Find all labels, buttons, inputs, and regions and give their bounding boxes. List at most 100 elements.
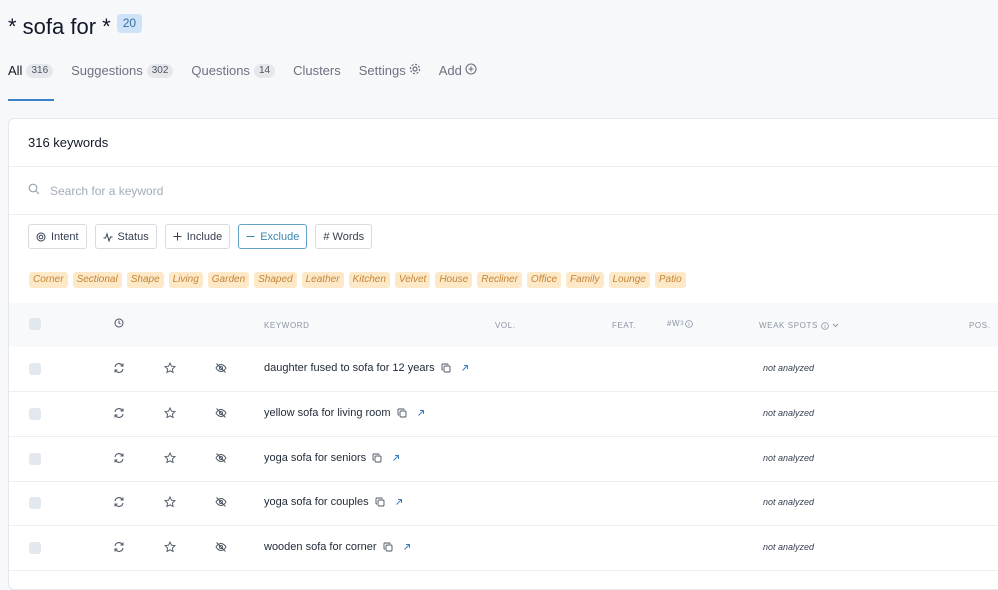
- external-link-icon[interactable]: [461, 364, 469, 372]
- external-link-icon[interactable]: [392, 454, 400, 462]
- keyword-tags: Corner Sectional Shape Living Garden Sha…: [29, 272, 691, 288]
- tab-suggestions[interactable]: Suggestions 302: [71, 63, 174, 78]
- clock-icon[interactable]: [114, 318, 124, 328]
- copy-icon[interactable]: [441, 363, 451, 373]
- refresh-icon[interactable]: [113, 496, 125, 508]
- copy-icon[interactable]: [375, 497, 385, 507]
- refresh-icon[interactable]: [113, 407, 125, 419]
- column-words-sup: 3: [680, 320, 685, 327]
- external-link-icon[interactable]: [395, 498, 403, 506]
- tag-living[interactable]: Living: [168, 272, 203, 288]
- keywords-panel: 316 keywords Intent Status Include Exclu…: [8, 118, 998, 590]
- tag-patio[interactable]: Patio: [654, 272, 686, 288]
- tab-count: 14: [253, 63, 276, 78]
- row-checkbox[interactable]: [29, 497, 41, 509]
- tag-sectional[interactable]: Sectional: [72, 272, 122, 288]
- column-weak-spots[interactable]: WEAK SPOTS: [759, 321, 839, 330]
- tab-all[interactable]: All 316: [8, 63, 54, 78]
- eye-off-icon[interactable]: [215, 362, 227, 374]
- external-link-icon[interactable]: [417, 409, 425, 417]
- eye-off-icon[interactable]: [215, 407, 227, 419]
- search-input[interactable]: [48, 183, 352, 199]
- tab-label: Questions: [191, 63, 250, 78]
- exclude-filter-button[interactable]: Exclude: [238, 224, 308, 249]
- tab-label: All: [8, 63, 23, 78]
- words-filter-button[interactable]: # Words: [315, 224, 373, 249]
- row-checkbox[interactable]: [29, 453, 41, 465]
- keyword-cell: wooden sofa for corner: [264, 541, 411, 553]
- weak-spots-status: not analyzed: [763, 542, 815, 552]
- tab-settings[interactable]: Settings: [359, 63, 421, 78]
- weak-spots-status: not analyzed: [763, 453, 815, 463]
- column-words-label: #W: [667, 319, 681, 328]
- keyword-text[interactable]: yellow sofa for living room: [264, 407, 391, 419]
- keyword-text[interactable]: daughter fused to sofa for 12 years: [264, 362, 435, 374]
- eye-off-icon[interactable]: [215, 452, 227, 464]
- status-filter-button[interactable]: Status: [94, 224, 157, 249]
- tab-count: 302: [146, 63, 174, 78]
- copy-icon[interactable]: [372, 453, 382, 463]
- table-row: daughter fused to sofa for 12 years not …: [9, 347, 998, 392]
- tag-shape[interactable]: Shape: [126, 272, 164, 288]
- star-icon[interactable]: [164, 496, 176, 508]
- tag-garden[interactable]: Garden: [207, 272, 250, 288]
- tag-family[interactable]: Family: [566, 272, 604, 288]
- weak-spots-status: not analyzed: [763, 408, 815, 418]
- intent-filter-button[interactable]: Intent: [28, 224, 87, 249]
- column-words[interactable]: #W 3: [667, 319, 693, 328]
- refresh-icon[interactable]: [113, 541, 125, 553]
- tag-corner[interactable]: Corner: [29, 272, 68, 288]
- tab-count: 316: [26, 63, 54, 78]
- row-checkbox[interactable]: [29, 542, 41, 554]
- column-features[interactable]: FEAT.: [612, 321, 636, 330]
- tag-lounge[interactable]: Lounge: [608, 272, 650, 288]
- tab-label: Add: [438, 63, 462, 78]
- keyword-cell: daughter fused to sofa for 12 years: [264, 362, 469, 374]
- tab-questions[interactable]: Questions 14: [191, 63, 276, 78]
- refresh-icon[interactable]: [113, 362, 125, 374]
- refresh-icon[interactable]: [113, 452, 125, 464]
- gear-icon: [406, 63, 421, 78]
- select-all-checkbox[interactable]: [29, 318, 41, 330]
- copy-icon[interactable]: [397, 408, 407, 418]
- column-volume[interactable]: VOL.: [495, 321, 516, 330]
- filter-label: Status: [117, 230, 149, 243]
- row-checkbox[interactable]: [29, 408, 41, 420]
- pulse-icon: [103, 231, 113, 242]
- tab-bar: All 316 Suggestions 302 Questions 14 Clu…: [8, 63, 495, 78]
- chevron-down-icon: [832, 323, 839, 328]
- tag-house[interactable]: House: [435, 272, 473, 288]
- tag-office[interactable]: Office: [526, 272, 562, 288]
- table-row: yoga sofa for couples not analyzed: [9, 481, 998, 526]
- star-icon[interactable]: [164, 452, 176, 464]
- column-position[interactable]: POS.: [969, 321, 991, 330]
- row-checkbox[interactable]: [29, 363, 41, 375]
- tab-clusters[interactable]: Clusters: [293, 63, 341, 78]
- keyword-text[interactable]: wooden sofa for corner: [264, 541, 377, 553]
- tag-leather[interactable]: Leather: [301, 272, 344, 288]
- keyword-text[interactable]: yoga sofa for seniors: [264, 452, 366, 464]
- weak-spots-status: not analyzed: [763, 497, 815, 507]
- table-row: wooden sofa for corner not analyzed: [9, 526, 998, 571]
- include-filter-button[interactable]: Include: [164, 224, 231, 249]
- tab-add[interactable]: Add: [439, 63, 477, 78]
- star-icon[interactable]: [164, 541, 176, 553]
- plus-circle-icon: [462, 63, 477, 78]
- keyword-count: 316 keywords: [28, 135, 109, 150]
- tag-kitchen[interactable]: Kitchen: [348, 272, 390, 288]
- copy-icon[interactable]: [383, 542, 393, 552]
- eye-off-icon[interactable]: [215, 541, 227, 553]
- tag-shaped[interactable]: Shaped: [254, 272, 297, 288]
- star-icon[interactable]: [164, 407, 176, 419]
- tag-velvet[interactable]: Velvet: [394, 272, 431, 288]
- column-keyword[interactable]: KEYWORD: [264, 321, 310, 330]
- filter-label: # Words: [323, 230, 365, 243]
- keyword-cell: yoga sofa for seniors: [264, 452, 400, 464]
- tag-recliner[interactable]: Recliner: [477, 272, 522, 288]
- page-title: * sofa for *: [8, 14, 111, 39]
- external-link-icon[interactable]: [403, 543, 411, 551]
- tab-label: Suggestions: [71, 63, 143, 78]
- keyword-text[interactable]: yoga sofa for couples: [264, 496, 369, 508]
- eye-off-icon[interactable]: [215, 496, 227, 508]
- star-icon[interactable]: [164, 362, 176, 374]
